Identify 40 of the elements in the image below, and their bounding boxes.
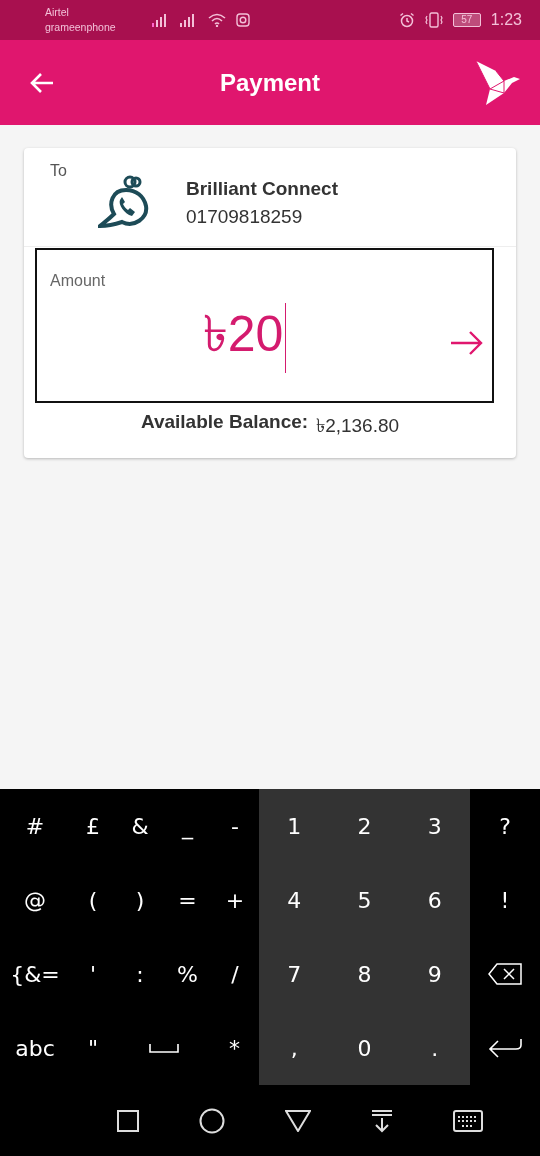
balance-value: ৳2,136.80 bbox=[316, 414, 400, 438]
amount-value: ৳20 bbox=[202, 305, 284, 364]
amount-field[interactable]: Amount ৳20 bbox=[35, 248, 494, 403]
origami-bird-icon bbox=[474, 60, 520, 105]
back-button[interactable] bbox=[285, 1109, 311, 1132]
keyboard-key[interactable]: . bbox=[399, 1011, 470, 1085]
field-label: Amount bbox=[50, 272, 107, 290]
clock-time: 1:23 bbox=[490, 11, 522, 29]
next-button[interactable] bbox=[450, 330, 484, 356]
battery-icon: 57 bbox=[452, 13, 481, 27]
screen-title: Payment bbox=[218, 68, 321, 97]
home-button[interactable] bbox=[199, 1107, 225, 1134]
keyboard-key[interactable]: 8 bbox=[329, 937, 400, 1011]
camera-icon bbox=[235, 13, 250, 27]
keyboard-key[interactable]: 3 bbox=[399, 789, 470, 863]
keyboard-key[interactable]: 0 bbox=[329, 1011, 400, 1085]
keyboard-key[interactable]: 9 bbox=[399, 937, 470, 1011]
balance-label: Available Balance: bbox=[140, 411, 309, 434]
keyboard-key[interactable]: 4 bbox=[259, 863, 330, 937]
keyboard-key[interactable]: 1 bbox=[259, 789, 330, 863]
keyboard-key[interactable]: 2 bbox=[329, 789, 400, 863]
carrier-name: Airtel bbox=[45, 5, 70, 20]
keyboard-key[interactable]: 7 bbox=[259, 937, 330, 1011]
vibrate-icon bbox=[424, 12, 443, 28]
keyboard-key[interactable]: 6 bbox=[399, 863, 470, 937]
alarm-icon bbox=[398, 12, 415, 28]
recipient-number: 01709818259 bbox=[186, 206, 304, 228]
recipient-name: Brilliant Connect bbox=[186, 178, 338, 200]
wifi-icon bbox=[207, 13, 226, 27]
backspace-icon bbox=[488, 963, 522, 985]
keyboard-key[interactable]: , bbox=[259, 1011, 330, 1085]
to-label: To bbox=[50, 162, 68, 180]
recents-button[interactable] bbox=[117, 1109, 139, 1132]
keyboard-icon[interactable] bbox=[453, 1109, 483, 1132]
space-bar-icon bbox=[148, 1042, 179, 1054]
carrier-name: grameenphone bbox=[45, 20, 116, 35]
text-cursor bbox=[285, 302, 287, 373]
hide-keyboard-icon[interactable] bbox=[371, 1108, 393, 1133]
keyboard-key[interactable]: 5 bbox=[329, 863, 400, 937]
enter-icon bbox=[488, 1037, 522, 1059]
